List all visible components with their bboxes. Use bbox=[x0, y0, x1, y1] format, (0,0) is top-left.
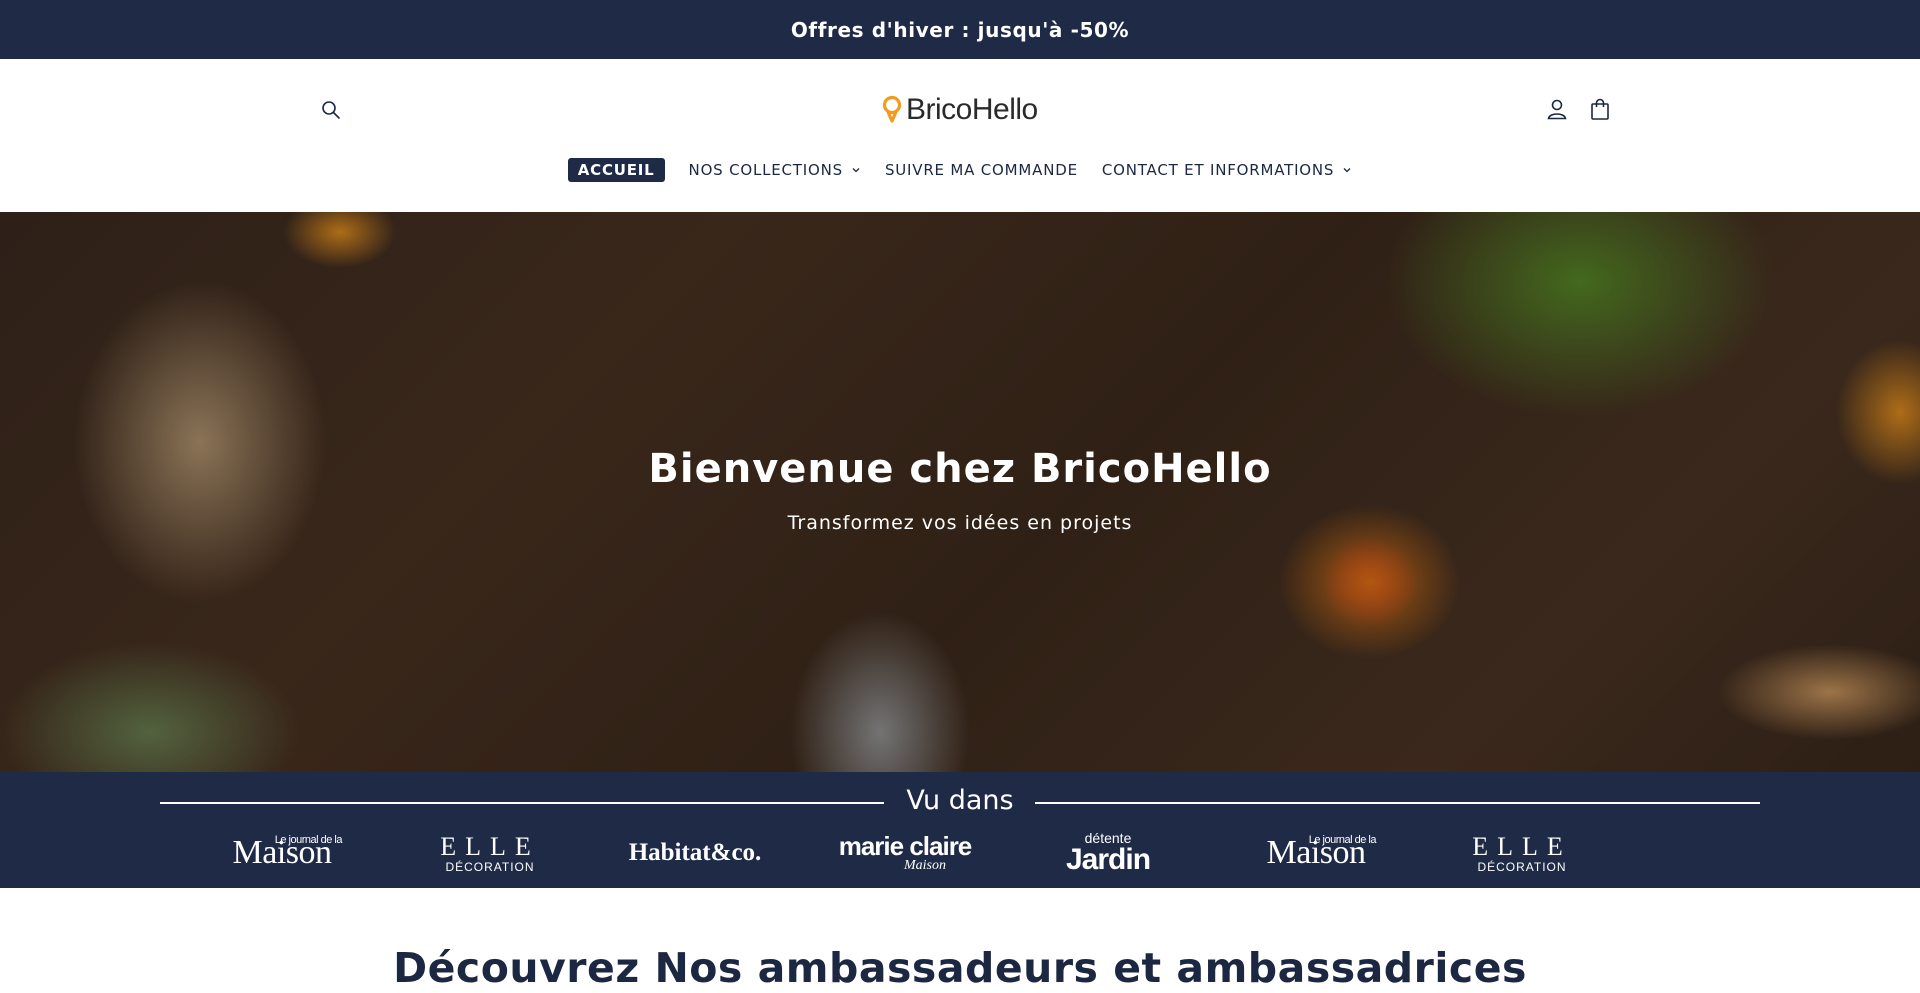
ambassadors-section-title: Découvrez Nos ambassadeurs et ambassadri… bbox=[393, 944, 1527, 992]
main-nav: ACCUEIL NOS COLLECTIONS SUIVRE MA COMMAN… bbox=[0, 157, 1920, 183]
press-logo-name: ELLE bbox=[1472, 831, 1572, 861]
search-button[interactable] bbox=[318, 97, 344, 123]
press-logo-small: Le journal de la bbox=[1308, 834, 1377, 846]
nav-item-label: NOS COLLECTIONS bbox=[688, 161, 843, 179]
lightbulb-icon bbox=[882, 95, 902, 123]
logo-text: BricoHello bbox=[906, 93, 1038, 126]
press-logo-elle-decoration: ELLE DÉCORATION bbox=[1472, 830, 1572, 876]
press-logo-small: Maison bbox=[904, 858, 946, 873]
seen-in-title: Vu dans bbox=[906, 785, 1014, 816]
press-logo-marie-claire-maison: marie claire Maison bbox=[832, 830, 978, 876]
press-logos: Le journal de la Maison ELLE DÉCORATION … bbox=[0, 830, 1920, 876]
hero-overlay bbox=[0, 212, 1920, 772]
nav-item-nos-collections[interactable]: NOS COLLECTIONS bbox=[689, 161, 861, 179]
site-logo[interactable]: BricoHello bbox=[882, 92, 1038, 128]
user-icon bbox=[1547, 99, 1567, 120]
seen-in-band: Vu dans Le journal de la Maison ELLE DÉC… bbox=[0, 772, 1920, 888]
search-icon bbox=[322, 101, 340, 119]
announcement-text: Offres d'hiver : jusqu'à -50% bbox=[790, 17, 1130, 42]
nav-item-contact[interactable]: CONTACT ET INFORMATIONS bbox=[1102, 161, 1352, 179]
hero-banner: Bienvenue chez BricoHello Transformez vo… bbox=[0, 212, 1920, 772]
nav-item-label: SUIVRE MA COMMANDE bbox=[884, 161, 1078, 179]
chevron-down-icon bbox=[852, 168, 860, 173]
press-logo-name: Jardin bbox=[1065, 843, 1151, 876]
press-logo-elle-decoration: ELLE DÉCORATION bbox=[440, 830, 540, 876]
account-button[interactable] bbox=[1543, 95, 1571, 123]
hero-subtitle: Transformez vos idées en projets bbox=[787, 512, 1133, 534]
shopping-bag-icon bbox=[1591, 98, 1609, 120]
nav-item-accueil[interactable]: ACCUEIL bbox=[567, 158, 665, 182]
press-logo-small: Le journal de la bbox=[274, 834, 343, 846]
nav-item-suivre-commande[interactable]: SUIVRE MA COMMANDE bbox=[885, 161, 1078, 179]
nav-item-label: ACCUEIL bbox=[577, 161, 655, 179]
nav-item-label: CONTACT ET INFORMATIONS bbox=[1101, 161, 1335, 179]
press-logo-habitat-co: Habitat&co. bbox=[620, 830, 770, 876]
chevron-down-icon bbox=[1343, 168, 1351, 173]
site-header: BricoHello ACCUEIL NOS COLLECTIONS SUIVR… bbox=[0, 59, 1920, 212]
cart-button[interactable] bbox=[1586, 95, 1614, 123]
press-logo-maison: Le journal de la Maison bbox=[222, 830, 343, 876]
press-logo-name: Habitat&co. bbox=[628, 839, 762, 866]
press-logo-small: DÉCORATION bbox=[1477, 859, 1567, 874]
announcement-bar: Offres d'hiver : jusqu'à -50% bbox=[0, 0, 1920, 59]
hero-title: Bienvenue chez BricoHello bbox=[648, 446, 1272, 492]
press-logo-detente-jardin: détente Jardin bbox=[1052, 830, 1164, 876]
press-logo-name: marie claire bbox=[838, 831, 973, 861]
press-logo-name: ELLE bbox=[440, 831, 540, 861]
press-logo-maison: Le journal de la Maison bbox=[1256, 830, 1377, 876]
press-logo-small: DÉCORATION bbox=[445, 859, 535, 874]
